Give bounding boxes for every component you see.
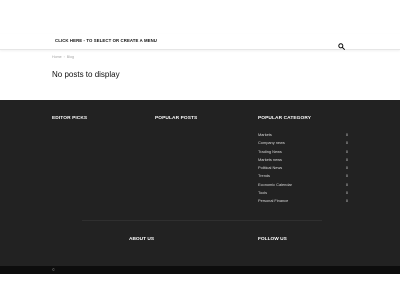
- page-bottom: [0, 274, 400, 300]
- category-list: Markets 0 Company news 0 Trading News 0 Mar…: [258, 131, 350, 206]
- category-item[interactable]: Trading News 0: [258, 148, 350, 156]
- category-name: Company news: [258, 140, 285, 146]
- search-icon[interactable]: [338, 37, 345, 50]
- top-header: [0, 0, 400, 34]
- category-item[interactable]: Trends 0: [258, 172, 350, 180]
- category-name: Trends: [258, 173, 270, 179]
- category-count: 0: [345, 148, 348, 154]
- footer-divider: [82, 220, 322, 221]
- category-name: Economic Calendar: [258, 181, 292, 187]
- category-name: Tools: [258, 190, 268, 196]
- subfooter: ©: [0, 266, 400, 274]
- category-count: 0: [345, 140, 348, 146]
- category-name: Political News: [258, 165, 283, 171]
- about-us-heading: ABOUT US: [129, 237, 155, 242]
- breadcrumb-separator: ›: [63, 55, 65, 59]
- breadcrumb-home-link[interactable]: Home: [52, 55, 62, 59]
- category-item[interactable]: Political News 0: [258, 164, 350, 172]
- category-item[interactable]: Markets news 0: [258, 156, 350, 164]
- category-count: 0: [345, 165, 348, 171]
- category-name: Markets news: [258, 156, 282, 162]
- popular-category-column: POPULAR CATEGORY Markets 0 Company news 0 …: [258, 116, 350, 206]
- follow-us-heading: FOLLOW US: [258, 237, 287, 242]
- category-count: 0: [345, 156, 348, 162]
- category-count: 0: [345, 173, 348, 179]
- main-menu-bar: CLICK HERE - TO SELECT OR CREATE A MENU: [0, 34, 400, 50]
- category-item[interactable]: Economic Calendar 0: [258, 181, 350, 189]
- editor-picks-heading: EDITOR PICKS: [52, 116, 88, 121]
- popular-posts-heading: POPULAR POSTS: [155, 116, 198, 121]
- page-title: No posts to display: [52, 70, 120, 79]
- category-count: 0: [345, 198, 348, 204]
- category-item[interactable]: Company news 0: [258, 139, 350, 147]
- create-menu-link[interactable]: CLICK HERE - TO SELECT OR CREATE A MENU: [55, 38, 157, 43]
- category-name: Personal Finance: [258, 198, 289, 204]
- copyright-icon: ©: [52, 267, 55, 272]
- category-count: 0: [345, 190, 348, 196]
- category-count: 0: [345, 132, 348, 137]
- editor-picks-column: EDITOR PICKS: [52, 116, 87, 121]
- category-name: Trading News: [258, 148, 282, 154]
- category-count: 0: [345, 181, 348, 187]
- popular-category-heading: POPULAR CATEGORY: [258, 116, 312, 121]
- category-item[interactable]: Personal Finance 0: [258, 197, 350, 205]
- category-item[interactable]: Markets 0: [258, 131, 350, 139]
- breadcrumb-current: Blog: [66, 55, 74, 59]
- popular-posts-column: POPULAR POSTS: [155, 116, 197, 121]
- category-name: Markets: [258, 132, 272, 137]
- breadcrumb: Home › Blog: [52, 55, 74, 59]
- category-item[interactable]: Tools 0: [258, 189, 350, 197]
- footer: EDITOR PICKS POPULAR POSTS POPULAR CATEG…: [0, 100, 400, 266]
